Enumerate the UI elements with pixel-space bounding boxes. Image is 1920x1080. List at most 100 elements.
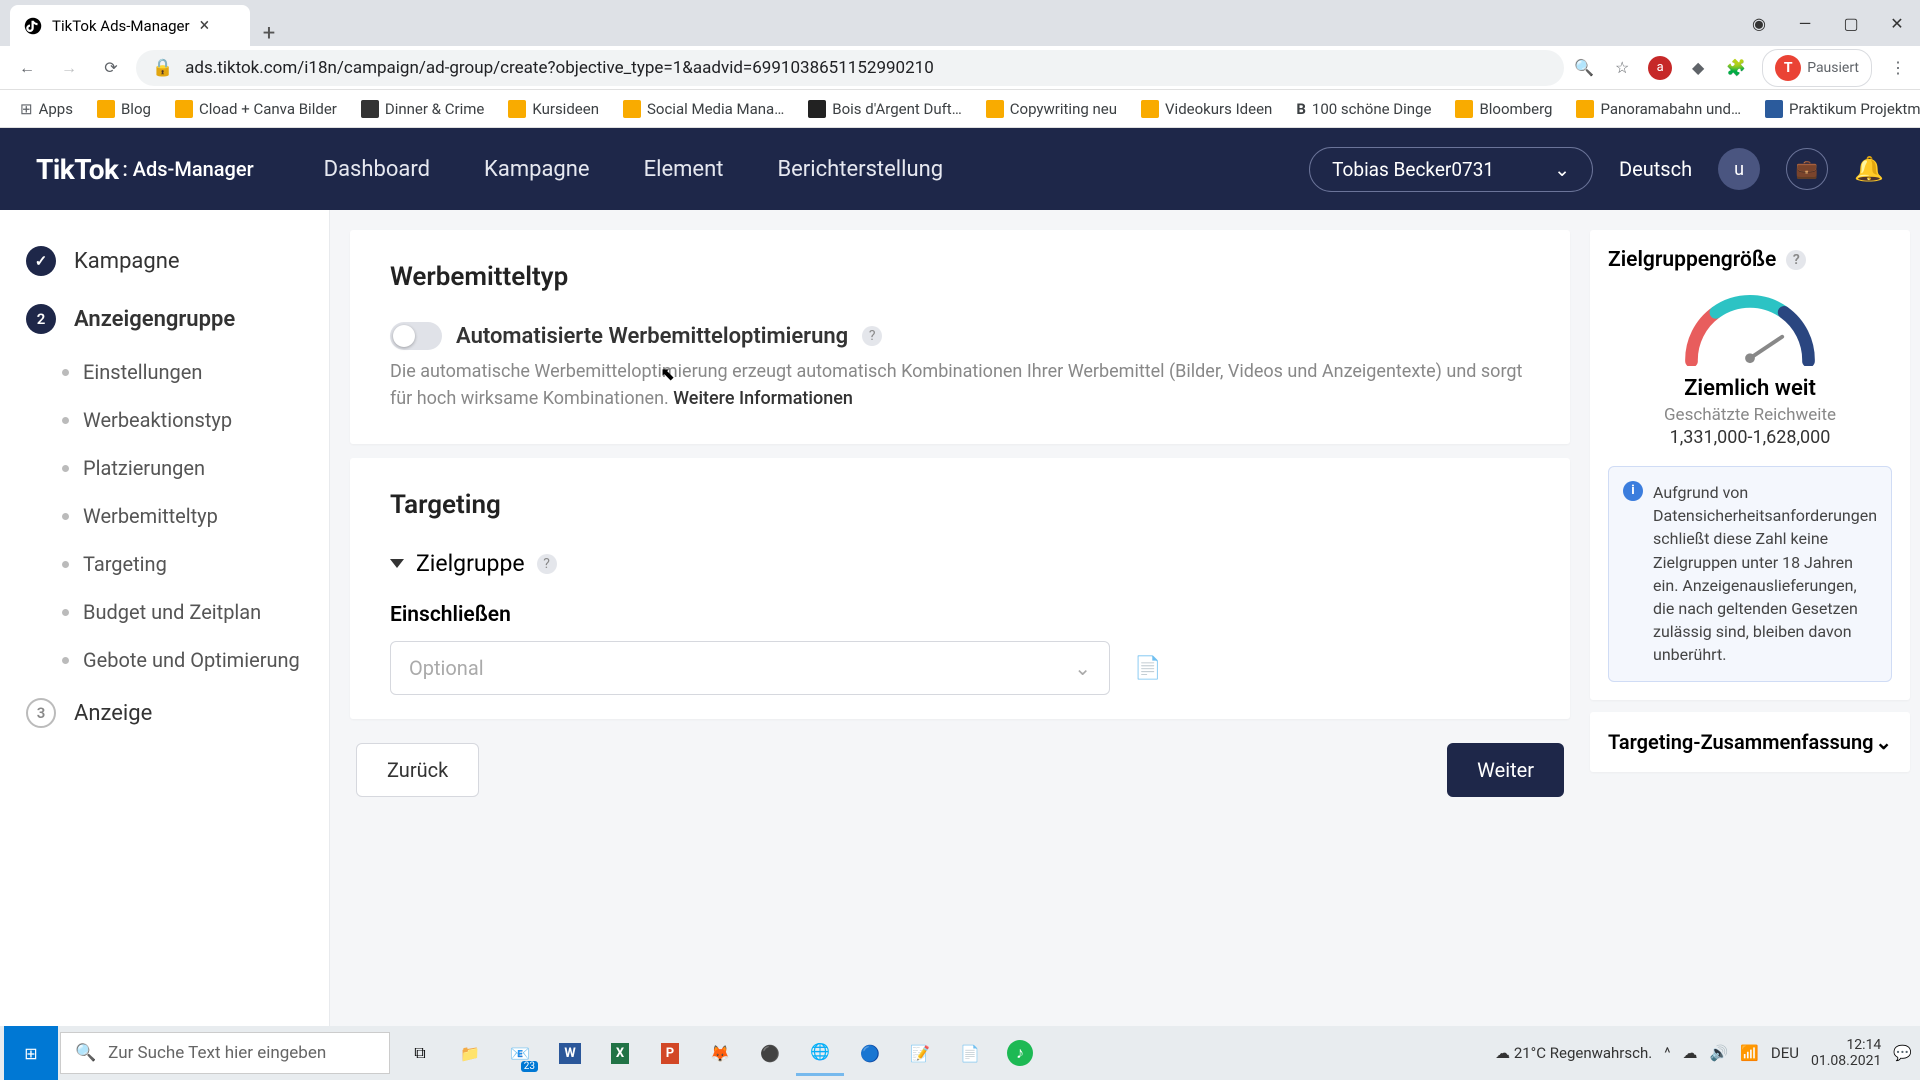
sidebar: ✓ Kampagne 2 Anzeigengruppe Einstellunge… xyxy=(0,210,330,1026)
apps-button[interactable]: ⊞Apps xyxy=(10,94,83,124)
sidebar-item-werbeaktionstyp[interactable]: Werbeaktionstyp xyxy=(0,396,329,444)
step-anzeigengruppe[interactable]: 2 Anzeigengruppe xyxy=(0,290,329,348)
powerpoint-icon[interactable]: P xyxy=(646,1030,694,1076)
zoom-icon[interactable]: 🔍 xyxy=(1572,56,1596,80)
bookmark-item[interactable]: Kursideen xyxy=(498,94,609,124)
edge-icon[interactable]: 🔵 xyxy=(846,1030,894,1076)
account-selector[interactable]: Tobias Becker0731 ⌄ xyxy=(1309,147,1593,192)
weather-widget[interactable]: ☁ 21°C Regenwahrsch. xyxy=(1495,1044,1652,1062)
extension-b-icon[interactable]: ◆ xyxy=(1686,56,1710,80)
check-icon: ✓ xyxy=(26,246,56,276)
help-icon[interactable]: ? xyxy=(862,326,882,346)
window-close-icon[interactable]: ✕ xyxy=(1874,0,1920,46)
star-icon[interactable]: ☆ xyxy=(1610,56,1634,80)
explorer-icon[interactable]: 📁 xyxy=(446,1030,494,1076)
back-button[interactable]: ← xyxy=(10,51,44,85)
obs-icon[interactable]: ⚫ xyxy=(746,1030,794,1076)
gauge-icon xyxy=(1675,288,1825,366)
new-tab-button[interactable]: + xyxy=(250,21,288,46)
zielgruppe-section[interactable]: Zielgruppe ? xyxy=(390,550,1530,577)
extensions-icon[interactable]: 🧩 xyxy=(1724,56,1748,80)
add-audience-icon[interactable]: 📄 xyxy=(1134,656,1161,681)
bookmark-item[interactable]: Bloomberg xyxy=(1445,94,1562,124)
caret-down-icon xyxy=(390,559,404,568)
tray-chevron-icon[interactable]: ^ xyxy=(1664,1044,1670,1062)
nav-kampagne[interactable]: Kampagne xyxy=(484,157,590,182)
user-avatar[interactable]: u xyxy=(1718,148,1760,190)
task-view-icon[interactable]: ⧉ xyxy=(396,1030,444,1076)
reload-button[interactable]: ⟳ xyxy=(94,51,128,85)
sidebar-item-budget[interactable]: Budget und Zeitplan xyxy=(0,588,329,636)
reach-value: 1,331,000-1,628,000 xyxy=(1608,427,1892,448)
close-icon[interactable]: × xyxy=(200,15,210,36)
back-button[interactable]: Zurück xyxy=(356,743,479,797)
bookmark-item[interactable]: Cload + Canva Bilder xyxy=(165,94,347,124)
tiktok-logo[interactable]: TikTok xyxy=(36,153,118,186)
sidebar-item-werbemitteltyp[interactable]: Werbemitteltyp xyxy=(0,492,329,540)
start-button[interactable]: ⊞ xyxy=(4,1026,58,1080)
gauge-status: Ziemlich weit xyxy=(1608,376,1892,401)
bookmarks-bar: ⊞Apps Blog Cload + Canva Bilder Dinner &… xyxy=(0,90,1920,128)
sidebar-item-gebote[interactable]: Gebote und Optimierung xyxy=(0,636,329,684)
volume-icon[interactable]: 🔊 xyxy=(1710,1044,1729,1062)
onedrive-icon[interactable]: ☁ xyxy=(1683,1044,1698,1062)
language-indicator[interactable]: DEU xyxy=(1771,1044,1799,1062)
card-title: Targeting xyxy=(390,490,1530,520)
taskbar-search[interactable]: 🔍 Zur Suche Text hier eingeben xyxy=(60,1032,390,1074)
notifications-icon[interactable]: 💬 xyxy=(1893,1044,1912,1062)
bookmark-item[interactable]: Praktikum Projektm… xyxy=(1755,94,1920,124)
bookmark-item[interactable]: Panoramabahn und… xyxy=(1566,94,1751,124)
bookmark-item[interactable]: Blog xyxy=(87,94,161,124)
excel-icon[interactable]: X xyxy=(596,1030,644,1076)
info-icon: i xyxy=(1623,481,1643,501)
chevron-down-icon: ⌄ xyxy=(1554,158,1570,181)
mail-icon[interactable]: 📧23 xyxy=(496,1030,544,1076)
menu-icon[interactable]: ⋮ xyxy=(1886,56,1910,80)
help-icon[interactable]: ? xyxy=(537,554,557,574)
bell-icon[interactable]: 🔔 xyxy=(1854,155,1884,183)
minimize-icon[interactable]: — xyxy=(1782,0,1828,46)
bookmark-item[interactable]: Copywriting neu xyxy=(976,94,1127,124)
wifi-icon[interactable]: 📶 xyxy=(1740,1044,1759,1062)
clock[interactable]: 12:14 01.08.2021 xyxy=(1811,1037,1881,1069)
profile-status[interactable]: T Pausiert xyxy=(1762,49,1872,87)
firefox-icon[interactable]: 🦊 xyxy=(696,1030,744,1076)
learn-more-link[interactable]: Weitere Informationen xyxy=(673,388,853,409)
nav-element[interactable]: Element xyxy=(644,157,724,182)
lock-icon: 🔒 xyxy=(152,58,173,78)
step-anzeige[interactable]: 3 Anzeige xyxy=(0,684,329,742)
bookmark-item[interactable]: Bois d'Argent Duft… xyxy=(798,94,972,124)
chrome-icon[interactable]: 🌐 xyxy=(796,1030,844,1076)
bookmark-item[interactable]: Videokurs Ideen xyxy=(1131,94,1282,124)
sidebar-item-einstellungen[interactable]: Einstellungen xyxy=(0,348,329,396)
maximize-icon[interactable]: ▢ xyxy=(1828,0,1874,46)
help-icon[interactable]: ? xyxy=(1786,250,1806,270)
address-bar[interactable]: 🔒 ads.tiktok.com/i18n/campaign/ad-group/… xyxy=(136,50,1564,86)
word-icon[interactable]: W xyxy=(546,1030,594,1076)
sidebar-item-platzierungen[interactable]: Platzierungen xyxy=(0,444,329,492)
spotify-icon[interactable]: ♪ xyxy=(996,1030,1044,1076)
reach-label: Geschätzte Reichweite xyxy=(1608,405,1892,425)
bookmark-item[interactable]: B100 schöne Dinge xyxy=(1286,94,1441,124)
step-kampagne[interactable]: ✓ Kampagne xyxy=(0,232,329,290)
bookmark-item[interactable]: Social Media Mana… xyxy=(613,94,794,124)
url-text: ads.tiktok.com/i18n/campaign/ad-group/cr… xyxy=(185,58,934,78)
nav-dashboard[interactable]: Dashboard xyxy=(324,157,430,182)
sidebar-item-targeting[interactable]: Targeting xyxy=(0,540,329,588)
profile-avatar-icon: T xyxy=(1775,55,1801,81)
cast-icon[interactable]: ◉ xyxy=(1736,0,1782,46)
browser-tab[interactable]: TikTok Ads-Manager × xyxy=(10,5,250,46)
include-audience-select[interactable]: Optional ⌄ xyxy=(390,641,1110,695)
forward-button[interactable]: → xyxy=(52,51,86,85)
language-selector[interactable]: Deutsch xyxy=(1619,157,1692,181)
auto-optimization-toggle[interactable] xyxy=(390,322,442,350)
briefcase-icon[interactable]: 💼 xyxy=(1786,148,1828,190)
targeting-summary-card[interactable]: Targeting-Zusammenfassung ⌄ xyxy=(1590,712,1910,772)
extension-a-icon[interactable]: a xyxy=(1648,56,1672,80)
next-button[interactable]: Weiter xyxy=(1447,743,1564,797)
bookmark-item[interactable]: Dinner & Crime xyxy=(351,94,494,124)
app-icon[interactable]: 📄 xyxy=(946,1030,994,1076)
tiktok-favicon-icon xyxy=(24,17,42,35)
notepad-icon[interactable]: 📝 xyxy=(896,1030,944,1076)
nav-berichterstellung[interactable]: Berichterstellung xyxy=(777,157,943,182)
